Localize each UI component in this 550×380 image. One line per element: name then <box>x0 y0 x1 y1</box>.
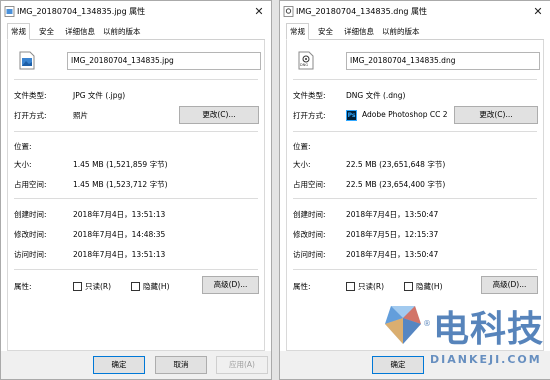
hidden-checkbox[interactable] <box>131 282 140 291</box>
apply-button[interactable]: 应用(A) <box>216 356 268 374</box>
modified-label: 修改时间: <box>14 230 47 239</box>
window-title: IMG_20180704_134835.jpg 属性 <box>17 7 146 16</box>
readonly-checkbox[interactable] <box>73 282 82 291</box>
properties-window-jpg: IMG_20180704_134835.jpg 属性 ✕ 常规 安全 详细信息 … <box>0 0 272 380</box>
tab-security[interactable]: 安全 <box>36 25 57 40</box>
divider <box>293 198 537 199</box>
size-value: 1.45 MB (1,521,859 字节) <box>73 160 168 169</box>
change-button[interactable]: 更改(C)... <box>179 106 259 124</box>
cancel-button[interactable]: 取消 <box>155 356 207 374</box>
created-label: 创建时间: <box>14 210 47 219</box>
attributes-label: 属性: <box>14 282 32 291</box>
open-with-label: 打开方式: <box>293 111 326 120</box>
size-label: 大小: <box>293 160 311 169</box>
image-file-icon <box>4 6 15 17</box>
ok-button[interactable]: 确定 <box>372 356 424 374</box>
dng-file-icon: DNG <box>298 51 314 70</box>
divider <box>14 131 258 132</box>
created-label: 创建时间: <box>293 210 326 219</box>
readonly-label[interactable]: 只读(R) <box>358 281 384 292</box>
size-label: 大小: <box>14 160 32 169</box>
window-title: IMG_20180704_134835.dng 属性 <box>296 7 428 16</box>
file-icon-label: DNG <box>300 63 309 67</box>
watermark-logo-icon <box>385 306 421 344</box>
attributes-label: 属性: <box>293 282 311 291</box>
open-with-label: 打开方式: <box>14 111 47 120</box>
accessed-label: 访问时间: <box>14 250 47 259</box>
open-with-value: 照片 <box>73 111 88 120</box>
tab-previous-versions[interactable]: 以前的版本 <box>379 25 423 40</box>
title-bar[interactable]: IMG_20180704_134835.jpg 属性 ✕ <box>1 1 271 23</box>
general-panel: IMG_20180704_134835.jpg 文件类型: JPG 文件 (.j… <box>7 40 265 351</box>
file-type-label: 文件类型: <box>293 91 326 100</box>
tab-strip: 常规 安全 详细信息 以前的版本 <box>286 23 544 40</box>
location-label: 位置: <box>14 142 32 151</box>
location-label: 位置: <box>293 142 311 151</box>
tab-general[interactable]: 常规 <box>286 23 309 40</box>
title-bar[interactable]: IMG_20180704_134835.dng 属性 ✕ <box>280 1 550 23</box>
size-on-disk-label: 占用空间: <box>14 180 47 189</box>
tab-details[interactable]: 详细信息 <box>62 25 98 40</box>
advanced-button[interactable]: 高级(D)... <box>481 276 538 294</box>
created-value: 2018年7月4日，13:50:47 <box>346 210 439 219</box>
tab-security[interactable]: 安全 <box>315 25 336 40</box>
photoshop-icon: Ps <box>346 110 357 121</box>
accessed-value: 2018年7月4日，13:51:13 <box>73 250 166 259</box>
file-type-value: JPG 文件 (.jpg) <box>73 91 126 100</box>
window-gap <box>272 0 279 380</box>
size-on-disk-label: 占用空间: <box>293 180 326 189</box>
divider <box>14 79 258 80</box>
file-type-value: DNG 文件 (.dng) <box>346 91 406 100</box>
modified-value: 2018年7月5日，12:15:37 <box>346 230 439 239</box>
modified-value: 2018年7月4日，14:48:35 <box>73 230 166 239</box>
change-button[interactable]: 更改(C)... <box>454 106 538 124</box>
hidden-checkbox[interactable] <box>404 282 413 291</box>
size-on-disk-value: 1.45 MB (1,523,712 字节) <box>73 180 168 189</box>
image-file-icon <box>19 51 35 70</box>
divider <box>14 269 258 270</box>
divider <box>293 131 537 132</box>
tab-previous-versions[interactable]: 以前的版本 <box>100 25 144 40</box>
tab-details[interactable]: 详细信息 <box>341 25 377 40</box>
raw-file-icon <box>283 6 294 17</box>
close-icon[interactable]: ✕ <box>251 4 267 20</box>
divider <box>14 198 258 199</box>
divider <box>293 79 537 80</box>
tab-general[interactable]: 常规 <box>7 23 30 40</box>
readonly-checkbox[interactable] <box>346 282 355 291</box>
modified-label: 修改时间: <box>293 230 326 239</box>
hidden-label[interactable]: 隐藏(H) <box>416 281 443 292</box>
open-with-value: Adobe Photoshop CC 2 <box>362 110 448 119</box>
watermark-brand: 电科技 <box>433 309 545 350</box>
created-value: 2018年7月4日，13:51:13 <box>73 210 166 219</box>
tab-strip: 常规 安全 详细信息 以前的版本 <box>7 23 265 40</box>
file-name-input[interactable]: IMG_20180704_134835.jpg <box>67 52 261 70</box>
ok-button[interactable]: 确定 <box>93 356 145 374</box>
divider <box>293 269 537 270</box>
close-icon[interactable]: ✕ <box>530 4 546 20</box>
accessed-label: 访问时间: <box>293 250 326 259</box>
watermark-registered-mark: ® <box>423 319 431 328</box>
advanced-button[interactable]: 高级(D)... <box>202 276 259 294</box>
size-value: 22.5 MB (23,651,648 字节) <box>346 160 446 169</box>
readonly-label[interactable]: 只读(R) <box>85 281 111 292</box>
watermark-domain: DIANKEJI.COM <box>430 353 542 366</box>
file-type-label: 文件类型: <box>14 91 47 100</box>
file-name-input[interactable]: IMG_20180704_134835.dng <box>346 52 540 70</box>
hidden-label[interactable]: 隐藏(H) <box>143 281 170 292</box>
dialog-footer: 确定 取消 应用(A) <box>1 351 271 379</box>
size-on-disk-value: 22.5 MB (23,654,400 字节) <box>346 180 446 189</box>
accessed-value: 2018年7月4日，13:50:47 <box>346 250 439 259</box>
